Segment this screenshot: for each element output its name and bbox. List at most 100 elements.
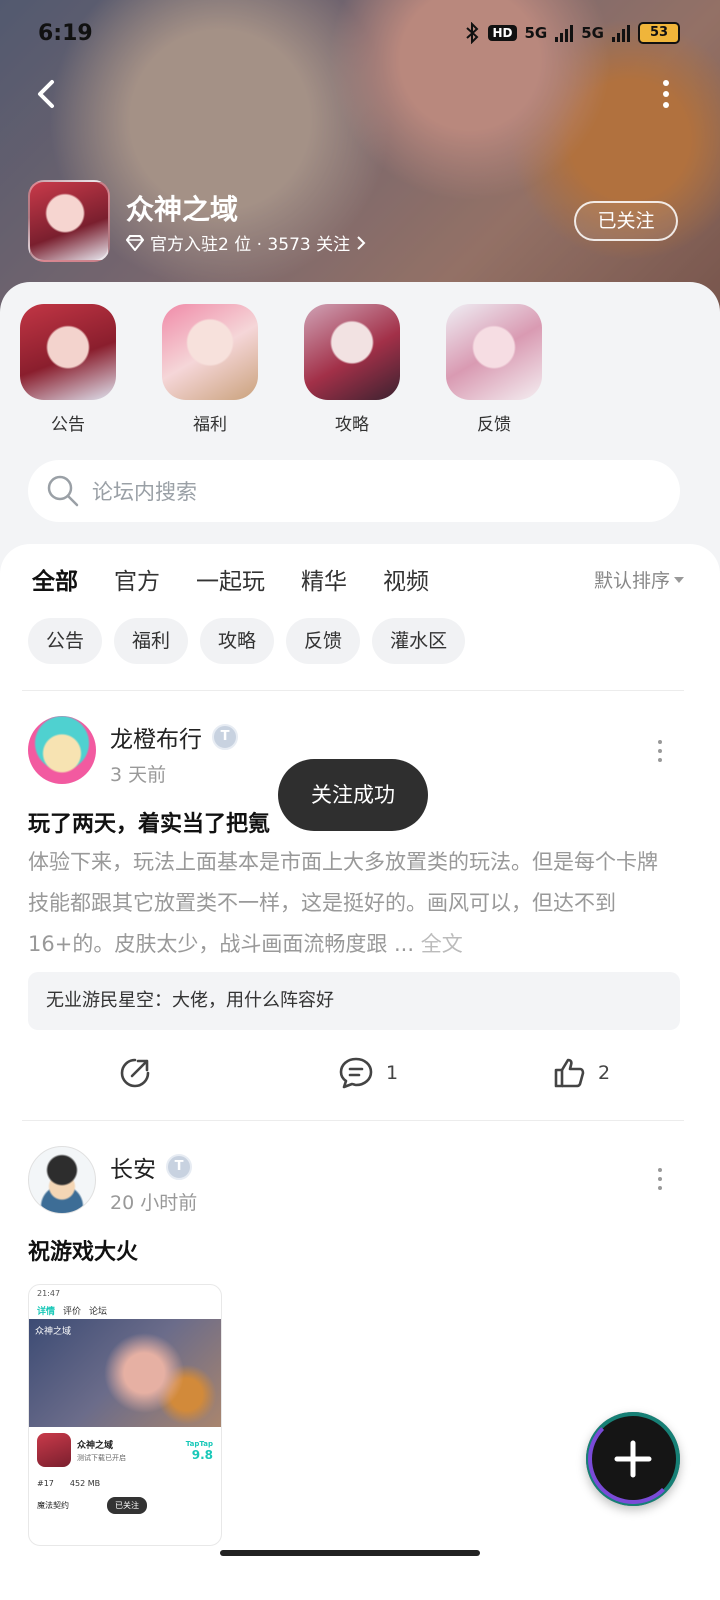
- create-post-button[interactable]: [586, 1412, 680, 1506]
- shot-app-name: 众神之域: [77, 1440, 114, 1451]
- post-user[interactable]: 龙橙布行 T: [110, 720, 238, 754]
- like-count: 2: [598, 1062, 611, 1084]
- verified-badge-icon: T: [212, 724, 238, 750]
- shot-follow: 已关注: [107, 1497, 147, 1514]
- tab-play-together[interactable]: 一起玩: [196, 562, 265, 596]
- shot-status-time: 21:47: [37, 1289, 61, 1298]
- top-comment[interactable]: 无业游民星空：大佬，用什么阵容好: [28, 972, 680, 1030]
- like-button[interactable]: 2: [552, 1056, 610, 1090]
- app-meta[interactable]: 官方入驻2 位 · 3573 关注: [126, 230, 366, 255]
- post-image[interactable]: 21:47 详情 评价 论坛 众神之域 众神之域 测试下载已开启 TapTap …: [28, 1284, 222, 1546]
- post-more-button[interactable]: [656, 1168, 664, 1190]
- shot-score-value: 9.8: [191, 1448, 213, 1462]
- share-button[interactable]: [118, 1056, 152, 1090]
- read-full-link[interactable]: 全文: [421, 932, 463, 956]
- shot-tab: 详情: [37, 1307, 56, 1317]
- net-5g-label-2: 5G: [581, 24, 604, 42]
- divider: [22, 1120, 684, 1121]
- topic-chips: 公告 福利 攻略 反馈 灌水区: [28, 618, 466, 664]
- comment-button[interactable]: 1: [338, 1056, 398, 1090]
- net-5g-label: 5G: [524, 24, 548, 42]
- comment-count: 1: [386, 1062, 399, 1084]
- diamond-icon: [126, 234, 144, 251]
- plus-icon: [614, 1440, 652, 1478]
- post-title[interactable]: 祝游戏大火: [28, 1234, 138, 1266]
- tab-official[interactable]: 官方: [114, 562, 160, 596]
- post-more-button[interactable]: [656, 740, 664, 762]
- category-feedback[interactable]: 反馈: [446, 304, 542, 435]
- category-label: 反馈: [477, 415, 511, 435]
- app-icon: [28, 180, 110, 262]
- status-time: 6:19: [38, 20, 93, 46]
- comment-icon: [339, 1057, 373, 1089]
- tab-video[interactable]: 视频: [383, 562, 429, 596]
- chip-chat[interactable]: 灌水区: [372, 618, 466, 664]
- shot-tag: 魔法契约: [37, 1501, 69, 1510]
- post-time: 20 小时前: [110, 1192, 198, 1214]
- shot-tabs: 详情 评价 论坛: [29, 1302, 221, 1319]
- shot-tab: 论坛: [89, 1307, 108, 1317]
- shot-banner: 众神之域: [29, 1319, 221, 1427]
- chip-guide[interactable]: 攻略: [200, 618, 275, 664]
- chip-announcement[interactable]: 公告: [28, 618, 103, 664]
- username: 龙橙布行: [110, 727, 202, 753]
- avatar[interactable]: [28, 1146, 96, 1214]
- chevron-left-icon: [38, 80, 54, 108]
- signal-icon-2: [612, 24, 630, 42]
- post-body-text: 体验下来，玩法上面基本是市面上大多放置类的玩法。但是每个卡牌技能都跟其它放置类不…: [28, 850, 658, 956]
- chip-welfare[interactable]: 福利: [114, 618, 189, 664]
- sort-dropdown[interactable]: 默认排序: [594, 566, 684, 593]
- status-icons: HD 5G 5G 53: [464, 22, 680, 44]
- share-icon: [120, 1058, 150, 1088]
- shot-tab: 评价: [63, 1307, 82, 1317]
- category-welfare[interactable]: 福利: [162, 304, 258, 435]
- shot-app-info: 众神之域 测试下载已开启: [77, 1438, 126, 1463]
- category-image: [304, 304, 400, 400]
- category-row: 公告 福利 攻略 反馈: [20, 304, 542, 435]
- signal-icon: [555, 24, 574, 42]
- shot-score: TapTap 9.8: [186, 1439, 213, 1461]
- category-label: 福利: [193, 415, 227, 435]
- shot-banner-title: 众神之域: [35, 1327, 72, 1337]
- category-label: 公告: [51, 415, 85, 435]
- category-label: 攻略: [335, 415, 369, 435]
- app-name: 众神之域: [126, 193, 239, 226]
- search-placeholder: 论坛内搜索: [92, 480, 197, 504]
- toast-message: 关注成功: [278, 759, 428, 831]
- shot-size: 452 MB: [69, 1479, 101, 1488]
- battery-icon: 53: [638, 22, 680, 44]
- caret-down-icon: [674, 576, 684, 583]
- forum-search-input[interactable]: 论坛内搜索: [28, 460, 680, 522]
- hd-badge: HD: [488, 25, 517, 41]
- chip-feedback[interactable]: 反馈: [286, 618, 361, 664]
- back-button[interactable]: [30, 76, 66, 112]
- shot-rank: #17: [37, 1479, 54, 1488]
- home-indicator[interactable]: [220, 1550, 480, 1556]
- feed-tabs: 全部 官方 一起玩 精华 视频: [32, 562, 429, 598]
- tab-all[interactable]: 全部: [32, 562, 78, 598]
- post-body[interactable]: 体验下来，玩法上面基本是市面上大多放置类的玩法。但是每个卡牌技能都跟其它放置类不…: [28, 842, 668, 965]
- shot-app-icon: [37, 1433, 71, 1467]
- search-icon: [47, 475, 79, 507]
- category-announcement[interactable]: 公告: [20, 304, 116, 435]
- sort-label: 默认排序: [593, 570, 670, 592]
- post-title[interactable]: 玩了两天，着实当了把氪: [28, 806, 270, 838]
- status-bar: 6:19 HD 5G 5G 53: [38, 18, 680, 48]
- category-guide[interactable]: 攻略: [304, 304, 400, 435]
- header-background: [0, 0, 720, 320]
- shot-app-sub: 测试下载已开启: [77, 1453, 126, 1462]
- meta-text: 官方入驻2 位 · 3573 关注: [150, 235, 351, 255]
- chevron-right-icon: [357, 235, 366, 250]
- tab-featured[interactable]: 精华: [301, 562, 347, 596]
- shot-app-row: 众神之域 测试下载已开启 TapTap 9.8: [29, 1427, 221, 1473]
- post-time: 3 天前: [110, 764, 167, 786]
- post-user[interactable]: 长安 T: [110, 1150, 192, 1184]
- bluetooth-icon: [466, 22, 479, 44]
- more-options-button[interactable]: [660, 80, 672, 108]
- post-actions: 1 2: [0, 1056, 720, 1096]
- category-image: [446, 304, 542, 400]
- shot-stats: #17 452 MB: [29, 1473, 221, 1494]
- avatar[interactable]: [28, 716, 96, 784]
- followed-button[interactable]: 已关注: [574, 201, 678, 241]
- verified-badge-icon: T: [166, 1154, 192, 1180]
